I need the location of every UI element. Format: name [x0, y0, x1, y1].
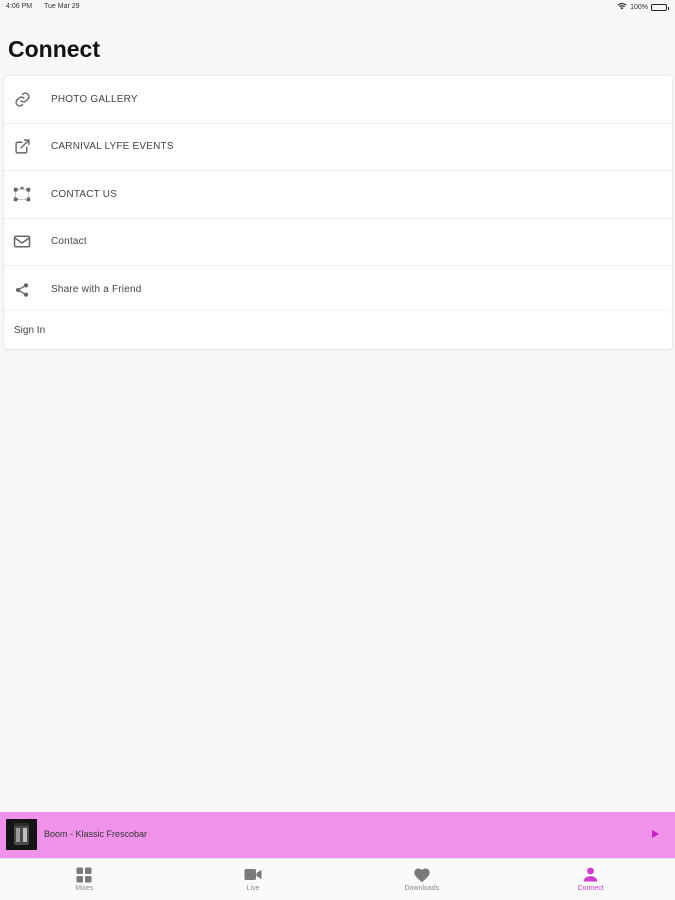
status-right: 100% — [617, 2, 669, 12]
grid-icon — [75, 866, 93, 883]
tab-live[interactable]: Live — [169, 859, 338, 900]
page-title: Connect — [8, 36, 100, 62]
link-icon — [13, 90, 31, 108]
menu-item-contact-us[interactable]: CONTACT US — [4, 171, 672, 219]
wifi-icon — [617, 2, 627, 12]
mini-player[interactable]: Boom - Klassic Frescobar — [0, 812, 675, 858]
tab-downloads[interactable]: Downloads — [338, 859, 507, 900]
tab-bar: Mixes Live Downloads Connect — [0, 858, 675, 900]
sign-in-label: Sign In — [14, 324, 46, 336]
play-icon[interactable] — [647, 826, 663, 842]
menu-item-label: CARNIVAL LYFE EVENTS — [51, 141, 174, 153]
person-icon — [582, 866, 600, 883]
mail-icon — [13, 233, 31, 251]
connect-menu: PHOTO GALLERY CARNIVAL LYFE EVENTS CONTA… — [4, 76, 672, 314]
album-art — [6, 819, 37, 850]
tab-connect[interactable]: Connect — [506, 859, 675, 900]
track-title: Boom - Klassic Frescobar — [44, 829, 148, 839]
menu-item-label: Contact — [51, 236, 87, 248]
status-date: Tue Mar 29 — [44, 3, 80, 10]
battery-icon — [651, 3, 669, 11]
menu-item-label: CONTACT US — [51, 188, 118, 200]
menu-item-label: PHOTO GALLERY — [51, 93, 138, 105]
tab-label: Mixes — [75, 885, 94, 892]
external-link-icon — [13, 138, 31, 156]
tab-label: Connect — [577, 885, 604, 892]
status-bar: 4:06 PM Tue Mar 29 100% — [0, 0, 675, 14]
heart-icon — [413, 866, 431, 883]
menu-item-label: Share with a Friend — [51, 284, 142, 296]
share-icon — [13, 281, 31, 299]
menu-item-share[interactable]: Share with a Friend — [4, 266, 672, 314]
tab-label: Downloads — [404, 885, 440, 892]
menu-item-contact[interactable]: Contact — [4, 219, 672, 266]
tab-mixes[interactable]: Mixes — [0, 859, 169, 900]
menu-item-carnival-lyfe-events[interactable]: CARNIVAL LYFE EVENTS — [4, 124, 672, 171]
sign-in-button[interactable]: Sign In — [4, 311, 672, 349]
battery-percent: 100% — [630, 3, 648, 11]
tab-label: Live — [246, 885, 260, 892]
status-time: 4:06 PM — [6, 3, 33, 10]
video-camera-icon — [244, 866, 262, 883]
menu-item-photo-gallery[interactable]: PHOTO GALLERY — [4, 76, 672, 124]
network-nodes-icon — [13, 185, 31, 203]
